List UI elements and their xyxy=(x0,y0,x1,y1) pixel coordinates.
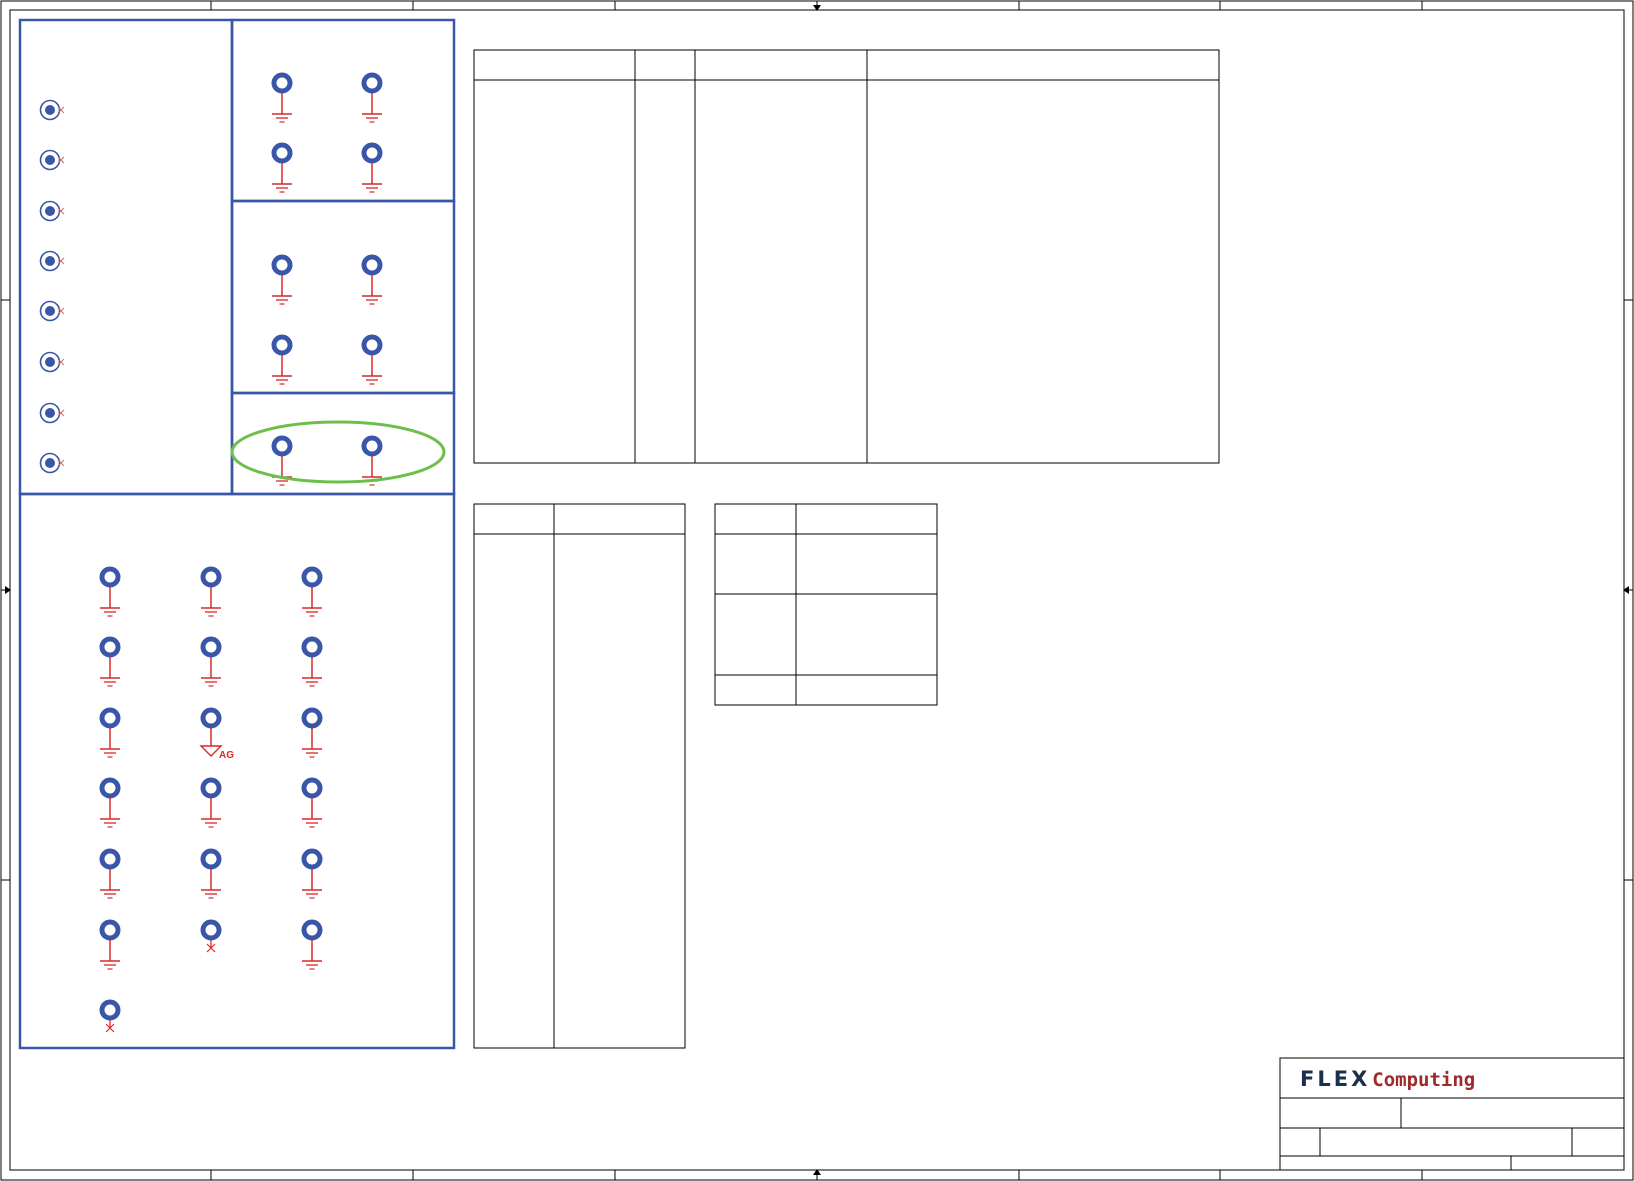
mounting-pad xyxy=(301,848,323,899)
no-connect-pins-column xyxy=(39,99,65,474)
logo-computing-text: Computing xyxy=(1372,1069,1476,1091)
mounting-pad xyxy=(361,254,383,305)
mounting-pad xyxy=(271,72,293,123)
table-lower-right xyxy=(714,503,938,706)
analog-ground-label: AG xyxy=(219,750,234,761)
mounting-pad xyxy=(200,919,222,953)
group-middle-mounting xyxy=(230,199,456,395)
nc-pin xyxy=(39,149,65,171)
mounting-pad xyxy=(99,848,121,899)
mounting-pad xyxy=(271,142,293,193)
group-upper-mounting xyxy=(230,18,456,203)
mounting-pad xyxy=(99,999,121,1033)
mounting-pad xyxy=(200,777,222,828)
grounded-pads: AG xyxy=(99,72,383,1033)
mounting-pad xyxy=(271,334,293,385)
pin-group-borders xyxy=(18,18,456,1050)
group-lower-mounting xyxy=(230,391,456,496)
mounting-pad xyxy=(99,636,121,687)
mounting-pad: AG xyxy=(199,707,234,761)
mounting-pad xyxy=(271,254,293,305)
mounting-pad xyxy=(200,636,222,687)
nc-pin xyxy=(39,351,65,373)
mounting-pad xyxy=(200,848,222,899)
mounting-pad xyxy=(301,777,323,828)
company-logo: FLEX Computing xyxy=(1300,1066,1475,1092)
mounting-pad xyxy=(361,435,383,486)
frame-zone-ticks xyxy=(1,1,1633,1180)
centering-arrows xyxy=(5,5,1629,1175)
table-main xyxy=(473,49,1220,464)
schematic-sheet: AG xyxy=(0,0,1634,1181)
mounting-pad xyxy=(361,142,383,193)
mounting-pad xyxy=(200,566,222,617)
nc-pin xyxy=(39,452,65,474)
mounting-pad xyxy=(99,777,121,828)
nc-pin xyxy=(39,99,65,121)
mounting-pad xyxy=(301,919,323,970)
group-ground-array xyxy=(18,492,456,1050)
mounting-pad xyxy=(301,636,323,687)
mounting-pad xyxy=(99,919,121,970)
mounting-pad xyxy=(361,72,383,123)
mounting-pad xyxy=(99,707,121,758)
drawing-frame xyxy=(0,0,1634,1181)
mounting-pad xyxy=(361,334,383,385)
mounting-pad xyxy=(99,566,121,617)
mounting-pad xyxy=(301,707,323,758)
nc-pin xyxy=(39,402,65,424)
table-lower-left xyxy=(473,503,686,1049)
nc-pin xyxy=(39,250,65,272)
nc-pin xyxy=(39,200,65,222)
logo-flex-text: FLEX xyxy=(1300,1067,1371,1091)
highlight-ellipse xyxy=(230,420,446,484)
nc-pin xyxy=(39,300,65,322)
mounting-pad xyxy=(301,566,323,617)
